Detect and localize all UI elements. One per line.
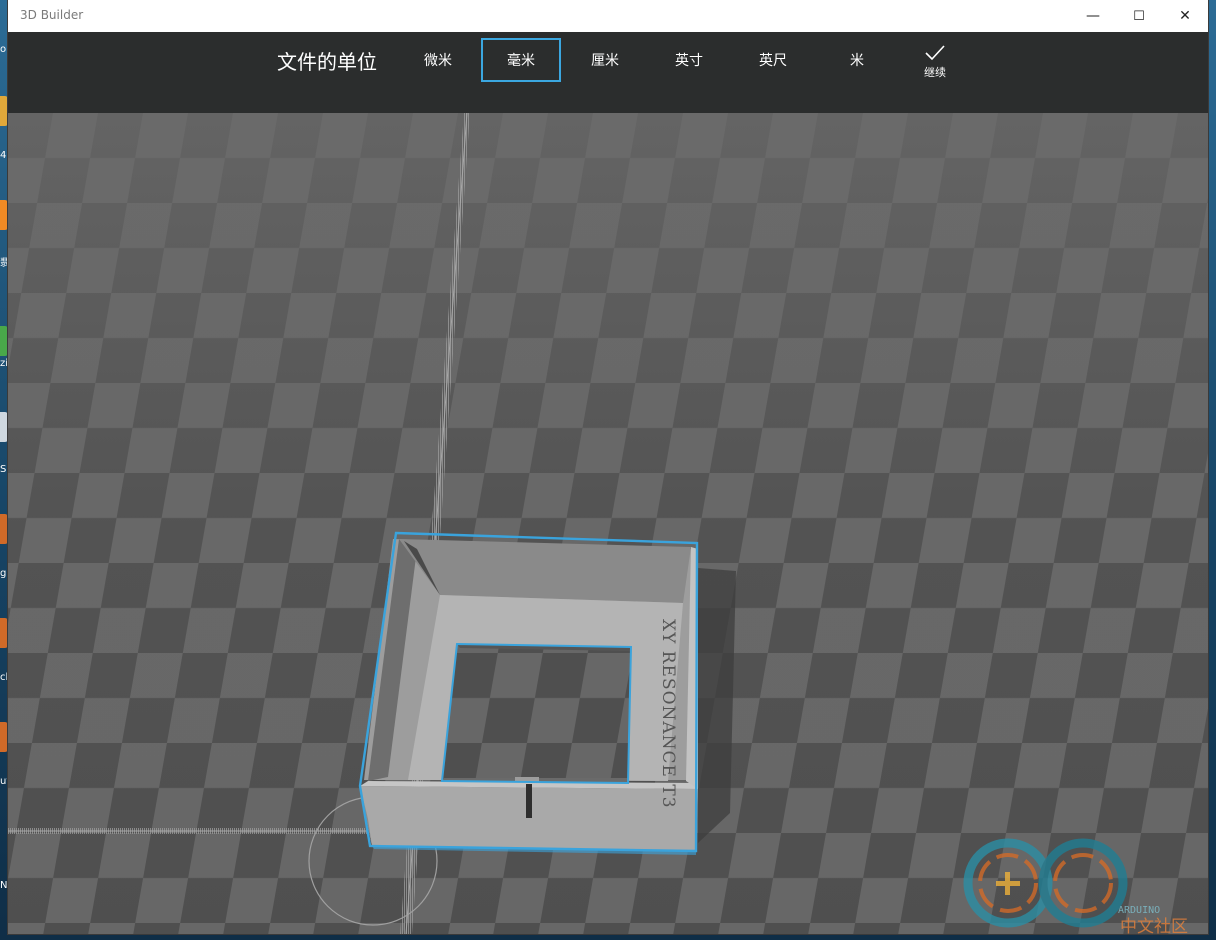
window-title: 3D Builder [20, 8, 84, 22]
desktop-icon[interactable] [0, 618, 8, 648]
continue-label: 继续 [924, 66, 946, 79]
desktop-icon-label[interactable]: ut [0, 776, 8, 787]
title-bar[interactable]: 3D Builder — ☐ ✕ [8, 0, 1208, 32]
desktop-icon-label[interactable]: 翡 [0, 254, 8, 269]
3d-viewport[interactable]: XY RESONANCE T3 ARDUINO 中文社区 [8, 113, 1208, 934]
unit-option-meter[interactable]: 米 [817, 38, 897, 82]
unit-option-label: 英尺 [759, 53, 787, 69]
model-engraved-text: XY RESONANCE T3 [658, 619, 678, 809]
unit-option-millimeter[interactable]: 毫米 [481, 38, 561, 82]
desktop-icon[interactable] [0, 96, 8, 126]
app-window: 3D Builder — ☐ ✕ 文件的单位 微米 毫米 厘米 英寸 英尺 米 … [8, 0, 1208, 934]
desktop-icon-label[interactable]: zi [0, 358, 8, 369]
desktop-icon[interactable] [0, 200, 8, 230]
unit-option-label: 毫米 [507, 53, 535, 69]
watermark-brand: ARDUINO [1118, 905, 1160, 916]
unit-option-foot[interactable]: 英尺 [733, 38, 813, 82]
unit-option-inch[interactable]: 英寸 [649, 38, 729, 82]
desktop-icon[interactable] [0, 412, 8, 442]
desktop-icon-label[interactable]: S [0, 464, 8, 475]
maximize-button[interactable]: ☐ [1116, 0, 1162, 32]
unit-option-label: 米 [850, 53, 864, 69]
3d-model[interactable]: XY RESONANCE T3 [358, 531, 699, 855]
desktop-icon[interactable] [0, 722, 8, 752]
desktop-icon-label[interactable]: g [0, 568, 8, 579]
continue-button[interactable]: 继续 [908, 44, 962, 88]
unit-option-label: 微米 [424, 53, 452, 69]
unit-option-micrometer[interactable]: 微米 [398, 38, 478, 82]
model-opening [442, 644, 631, 783]
unit-option-centimeter[interactable]: 厘米 [565, 38, 645, 82]
unit-option-label: 厘米 [591, 53, 619, 69]
desktop-icon-label[interactable]: N [0, 880, 8, 891]
desktop-icon-label[interactable]: 4+ [0, 150, 8, 161]
desktop-icon-label[interactable]: cl [0, 672, 8, 683]
minimize-button[interactable]: — [1070, 0, 1116, 32]
checkmark-icon [925, 45, 945, 61]
desktop-icon[interactable] [0, 326, 8, 356]
units-toolbar: 文件的单位 微米 毫米 厘米 英寸 英尺 米 继续 [8, 32, 1208, 113]
desktop-icon[interactable] [0, 514, 8, 544]
desktop-icon-label[interactable]: o [0, 44, 8, 55]
close-button[interactable]: ✕ [1162, 0, 1208, 32]
watermark-caption: 中文社区 [1120, 917, 1188, 934]
unit-option-label: 英寸 [675, 53, 703, 69]
units-heading: 文件的单位 [277, 50, 377, 74]
